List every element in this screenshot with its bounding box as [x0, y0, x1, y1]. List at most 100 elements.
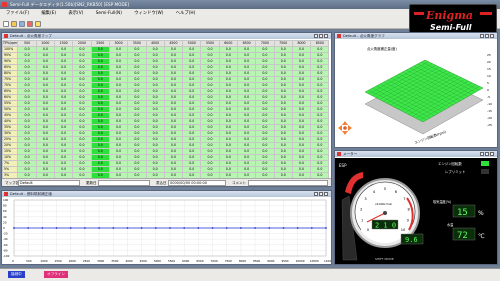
right-arrow-icon[interactable] — [348, 125, 352, 131]
map-name-label: マップ名 — [5, 181, 19, 185]
voltage-unit: ℃ — [478, 233, 485, 240]
offline-status-button[interactable]: オフライン — [44, 271, 68, 278]
correction-point[interactable] — [69, 227, 72, 229]
x-tick-label: 8000 — [239, 259, 246, 263]
correction-point[interactable] — [240, 227, 242, 229]
save-icon[interactable] — [19, 21, 25, 27]
app-window: Semi-Full データエディタ(1.50b)[SN2_RKB50] [ESP… — [0, 0, 500, 281]
y-tick-label: -60 — [3, 243, 8, 247]
correction-point[interactable] — [27, 227, 30, 229]
temp-unit: % — [478, 210, 484, 217]
open-folder-icon[interactable] — [11, 21, 17, 27]
3d-surface-plot[interactable]: 点火角度補正量(度) 2520151050-5-10-15-20-25 エンジン… — [335, 40, 497, 147]
window-controls[interactable] — [313, 34, 329, 38]
menu-file[interactable]: ファイル(F) — [6, 11, 29, 16]
correction-graph-window: Default - 燃料噴射補正値 0 500 1000 1500 2000 2500 30… — [1, 190, 332, 265]
meter-graphics: ESP エンジン回転数 レブリミット 012345678910 x1000r/m… — [339, 161, 489, 261]
y-tick-label: 20 — [3, 220, 7, 224]
correction-point[interactable] — [225, 227, 228, 229]
menu-edit[interactable]: 編集(E) — [41, 11, 56, 16]
tach-tick-label: 10 — [401, 228, 406, 232]
meter-panel: ESP エンジン回転数 レブリミット 0 1 2 3 4 5 6 7 8 9 10 x1000r/m… — [335, 158, 497, 264]
window-title: Semi-Full データエディタ(1.50b)[SN2_RKB50] [ESP… — [10, 2, 129, 7]
update-date-field — [98, 180, 150, 186]
connect-icon[interactable] — [27, 21, 33, 27]
correction-window-title-bar: Default - 燃料噴射補正値 — [2, 191, 331, 197]
x-tick-label: 4000 — [125, 259, 132, 263]
x-tick-label: 6000 — [182, 259, 189, 263]
meter-window-title: メーター — [343, 152, 358, 156]
z-tick-label: -10 — [487, 102, 492, 106]
correction-point[interactable] — [13, 227, 15, 229]
menu-semifull[interactable]: Semi-Full(N) — [96, 11, 122, 16]
window-controls[interactable] — [479, 34, 495, 38]
map-table: TP%/rpm 500 1000 1500 2000 2500 3000 3500 4000 45… — [2, 40, 330, 180]
correction-window-title: Default - 燃料噴射補正値 — [10, 192, 52, 196]
correction-point[interactable] — [282, 227, 285, 229]
temp-label: 吸気温度(%) — [433, 199, 451, 204]
correction-point[interactable] — [310, 227, 313, 229]
new-file-icon[interactable] — [3, 21, 9, 27]
correction-point[interactable] — [211, 227, 214, 229]
status-bar: 接続中 オフライン — [0, 268, 500, 281]
menu-view[interactable]: 表示(V) — [68, 11, 83, 16]
correction-graph[interactable]: 0 500 1000 1500 2000 2500 3000 3500 4000 4500 5000… — [2, 198, 331, 265]
window-icon — [337, 34, 341, 38]
down-arrow-icon[interactable] — [342, 131, 348, 135]
correction-point[interactable] — [154, 227, 157, 229]
correction-point[interactable] — [197, 227, 200, 229]
correction-point[interactable] — [126, 227, 129, 229]
rotate-control[interactable] — [338, 121, 352, 135]
needle-hub — [383, 211, 387, 215]
correction-point[interactable] — [98, 227, 100, 229]
correction-point[interactable] — [268, 227, 271, 229]
menu-window[interactable]: ウィンドウ(W) — [134, 11, 163, 16]
z-axis-label: 点火角度補正量(度) — [367, 46, 397, 51]
window-controls[interactable] — [313, 192, 329, 196]
window-controls[interactable] — [479, 152, 495, 156]
update-date-label: 更新日 — [86, 181, 97, 185]
y-tick-label: -40 — [3, 237, 8, 241]
correction-point[interactable] — [84, 227, 86, 229]
center-dot-icon[interactable] — [343, 126, 347, 130]
tach-tick-label: 1 — [361, 219, 363, 223]
comment-field[interactable] — [248, 180, 328, 186]
x-tick-label: 8500 — [253, 259, 260, 263]
correction-point[interactable] — [140, 227, 143, 229]
y-tick-label: -20 — [3, 232, 8, 236]
z-tick-label: 25 — [487, 53, 491, 57]
meter-window: メーター ESP エンジン回転数 レブリミット 0 1 2 3 4 5 6 7 8 9 10 x10… — [334, 150, 498, 265]
y-tick-label: -100 — [3, 254, 10, 258]
correction-point[interactable] — [296, 227, 299, 229]
z-tick-label: 20 — [487, 60, 491, 64]
logo-subtext: Semi-Full — [430, 23, 472, 32]
z-tick-label: 10 — [487, 74, 491, 78]
correction-point[interactable] — [55, 227, 58, 229]
graph-window-title: Default - 点火角度グラフ — [343, 34, 385, 38]
menu-help[interactable]: ヘルプ(H) — [176, 11, 195, 16]
up-arrow-icon[interactable] — [342, 121, 348, 125]
ignition-graph-window: Default - 点火角度グラフ 点火角度補正量(度) 25 20 15 10 5 0 -… — [334, 32, 498, 148]
x-tick-label: 5500 — [168, 259, 175, 263]
connection-status-button[interactable]: 接続中 — [8, 271, 25, 278]
correction-point[interactable] — [254, 227, 256, 229]
correction-point[interactable] — [183, 227, 186, 229]
indicator-2 — [481, 169, 489, 174]
x-tick-label: 10500 — [310, 259, 319, 263]
x-tick-label: 1000 — [40, 259, 47, 263]
left-arrow-icon[interactable] — [338, 125, 342, 131]
y-tick-label: 60 — [3, 209, 7, 213]
x-tick-label: 3000 — [97, 259, 104, 263]
z-tick-label: 15 — [487, 67, 491, 71]
correction-point[interactable] — [112, 227, 115, 229]
correction-point[interactable] — [325, 227, 327, 229]
ignition-map-window: Default - 点火角度マップ TP%/rpm 500 1000 1500 2000… — [1, 32, 332, 187]
voltage-lcd-value: 72 — [457, 231, 468, 241]
tach-tick-label: 3 — [364, 197, 366, 201]
correction-point[interactable] — [41, 227, 44, 229]
corner-header: TP%/rpm — [2, 40, 19, 47]
help-icon[interactable] — [35, 21, 41, 27]
correction-point[interactable] — [169, 227, 171, 229]
mode-label: ESP — [339, 163, 347, 168]
map-name-field[interactable]: Default — [18, 180, 80, 186]
